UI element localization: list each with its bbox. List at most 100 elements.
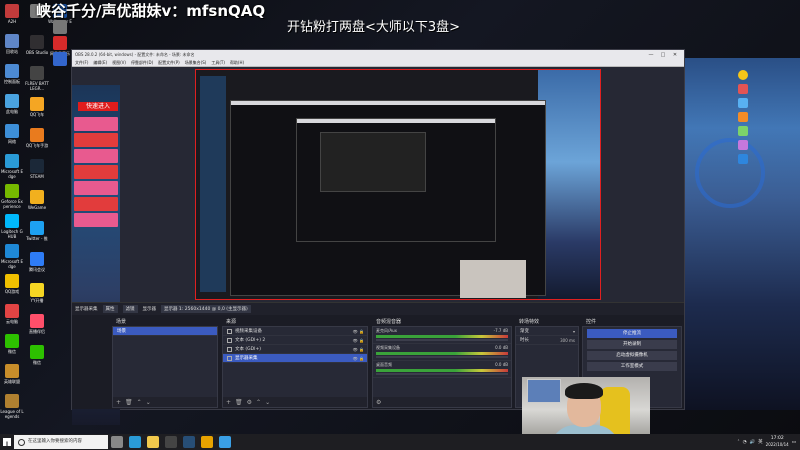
- menu-item[interactable]: 文件(F): [75, 60, 88, 66]
- add-icon[interactable]: +: [226, 399, 231, 406]
- minimize-icon[interactable]: —: [645, 52, 657, 58]
- source-item-label: 显示器采集: [235, 355, 258, 361]
- channel-level: -7.7 dB: [493, 328, 508, 333]
- mail-icon[interactable]: [738, 112, 748, 122]
- desktop-icon[interactable]: League of Legends: [0, 392, 24, 430]
- remove-icon[interactable]: 🗑: [125, 399, 133, 406]
- app-icon: [5, 64, 19, 78]
- obs-preview-canvas[interactable]: [195, 69, 601, 300]
- menu-item[interactable]: 场景集合(S): [185, 60, 207, 66]
- edge-icon[interactable]: [129, 436, 141, 448]
- settings-icon[interactable]: [738, 154, 748, 164]
- volume-slider[interactable]: [376, 339, 508, 341]
- menu-item[interactable]: 帮助(H): [230, 60, 244, 66]
- transition-duration[interactable]: 时长 300 ms: [516, 336, 578, 345]
- filters-button[interactable]: 滤镜: [122, 305, 138, 313]
- control-button[interactable]: 停止推流: [587, 329, 677, 338]
- wegame-icon[interactable]: [201, 436, 213, 448]
- maximize-icon[interactable]: □: [657, 52, 669, 58]
- event-icon[interactable]: [738, 140, 748, 150]
- wall-picture: [527, 379, 561, 403]
- source-item[interactable]: 显示器采集 👁 🔒: [223, 354, 367, 363]
- mixer-toolbar: ⚙: [373, 397, 511, 407]
- visibility-icon[interactable]: 👁 🔒: [353, 345, 364, 354]
- promo-banner[interactable]: 快速进入: [78, 102, 118, 111]
- menu-item[interactable]: 视图(V): [112, 60, 126, 66]
- notification-icon[interactable]: ▭: [792, 440, 796, 445]
- app-icon: [53, 36, 67, 50]
- move-down-icon[interactable]: ⌄: [146, 399, 151, 406]
- source-type-icon: [227, 355, 232, 361]
- input-language[interactable]: 英: [758, 439, 763, 445]
- add-icon[interactable]: +: [116, 399, 121, 406]
- desktop-icon-label: 直播伴侣: [29, 329, 45, 334]
- move-down-icon[interactable]: ⌄: [265, 399, 270, 406]
- menu-item[interactable]: 工具(T): [211, 60, 225, 66]
- control-button[interactable]: 开始录制: [587, 340, 677, 349]
- level-meter: [376, 352, 508, 355]
- volume-icon[interactable]: 🔊: [750, 440, 756, 445]
- visibility-icon[interactable]: 👁 🔒: [353, 336, 364, 345]
- control-button[interactable]: 工作室模式: [587, 362, 677, 371]
- desktop: A2H 回收站 控制面板 此电脑 网络 Microsoft Edge Geforce Exp…: [0, 0, 800, 450]
- close-icon[interactable]: ✕: [669, 52, 681, 58]
- app-icon: [30, 35, 44, 49]
- explorer-icon[interactable]: [147, 436, 159, 448]
- properties-button[interactable]: 属性: [102, 305, 118, 313]
- desktop-icon[interactable]: [48, 50, 72, 88]
- obs-icon[interactable]: [165, 436, 177, 448]
- desktop-icon-label: QQ游戏: [4, 289, 20, 294]
- mixer-channel: 麦克风/Aux -7.7 dB: [373, 327, 511, 344]
- visibility-icon[interactable]: 👁 🔒: [353, 354, 364, 363]
- scene-item-label: 场景: [117, 328, 126, 334]
- remove-icon[interactable]: 🗑: [235, 399, 243, 406]
- menu-item[interactable]: 编辑(E): [93, 60, 107, 66]
- friends-icon[interactable]: [738, 126, 748, 136]
- move-up-icon[interactable]: ⌃: [137, 399, 142, 406]
- desktop-icon-label: 此电脑: [6, 109, 18, 114]
- channel-name: 麦克风/Aux: [376, 328, 397, 333]
- desktop-icon[interactable]: 微信: [25, 343, 49, 381]
- control-button[interactable]: 启动虚拟摄像机: [587, 351, 677, 360]
- sources-dock: 来源 视频采集设备 👁 🔒 文本 (GDI+) 2 👁 🔒 文本 (GDI+) 👁 🔒 显示…: [222, 319, 368, 408]
- obs-window[interactable]: OBS 28.0.2 (64-bit, windows) - 配置文件: 未命名…: [71, 49, 685, 425]
- desktop-icon-label: 网络: [8, 139, 16, 144]
- task-view-icon[interactable]: [111, 436, 123, 448]
- source-type-icon: [227, 337, 232, 343]
- display-select[interactable]: 显示器 1: 2560x1440 @ 0,0 (主显示器): [161, 305, 251, 313]
- controls-header: 控件: [586, 319, 597, 325]
- app-icon: [5, 154, 19, 168]
- menu-item[interactable]: 停靠部件(D): [131, 60, 153, 66]
- clock[interactable]: 17:02 2022/10/14: [766, 436, 789, 448]
- volume-slider[interactable]: [376, 356, 508, 358]
- obs-titlebar[interactable]: OBS 28.0.2 (64-bit, windows) - 配置文件: 未命名…: [72, 50, 684, 59]
- app-icon: [30, 128, 44, 142]
- streamer-hair: [565, 383, 603, 399]
- menu-item[interactable]: 配置文件(P): [158, 60, 180, 66]
- shop-icon[interactable]: [738, 98, 748, 108]
- move-up-icon[interactable]: ⌃: [256, 399, 261, 406]
- visibility-icon[interactable]: 👁 🔒: [353, 327, 364, 336]
- app-icon: [5, 4, 19, 18]
- gear-icon[interactable]: ⚙: [376, 399, 381, 406]
- qq-icon[interactable]: [219, 436, 231, 448]
- source-type-icon: [227, 346, 232, 352]
- desktop-icon-label: A2H: [7, 19, 17, 24]
- start-button[interactable]: [0, 434, 14, 450]
- gift-icon[interactable]: [738, 84, 748, 94]
- coin-icon[interactable]: [738, 70, 748, 80]
- desktop-icon-label: 英雄联盟: [4, 379, 20, 384]
- app-icon: [30, 66, 44, 80]
- obs-window-title: OBS 28.0.2 (64-bit, windows) - 配置文件: 未命名…: [75, 51, 195, 57]
- taskbar-search[interactable]: 在这里输入你要搜索的内容: [14, 435, 108, 449]
- sources-list: 视频采集设备 👁 🔒 文本 (GDI+) 2 👁 🔒 文本 (GDI+) 👁 🔒 显示器采集…: [223, 327, 367, 363]
- chevron-up-icon[interactable]: ˄: [737, 440, 739, 445]
- chat-panel: [74, 115, 118, 229]
- volume-slider[interactable]: [376, 373, 508, 375]
- source-item-label: 文本 (GDI+): [235, 346, 261, 352]
- network-icon[interactable]: ◔: [743, 440, 747, 445]
- channel-name: 桌面音频: [376, 362, 392, 367]
- scene-item[interactable]: 场景: [113, 327, 217, 336]
- steam-icon[interactable]: [183, 436, 195, 448]
- gear-icon[interactable]: ⚙: [247, 399, 252, 406]
